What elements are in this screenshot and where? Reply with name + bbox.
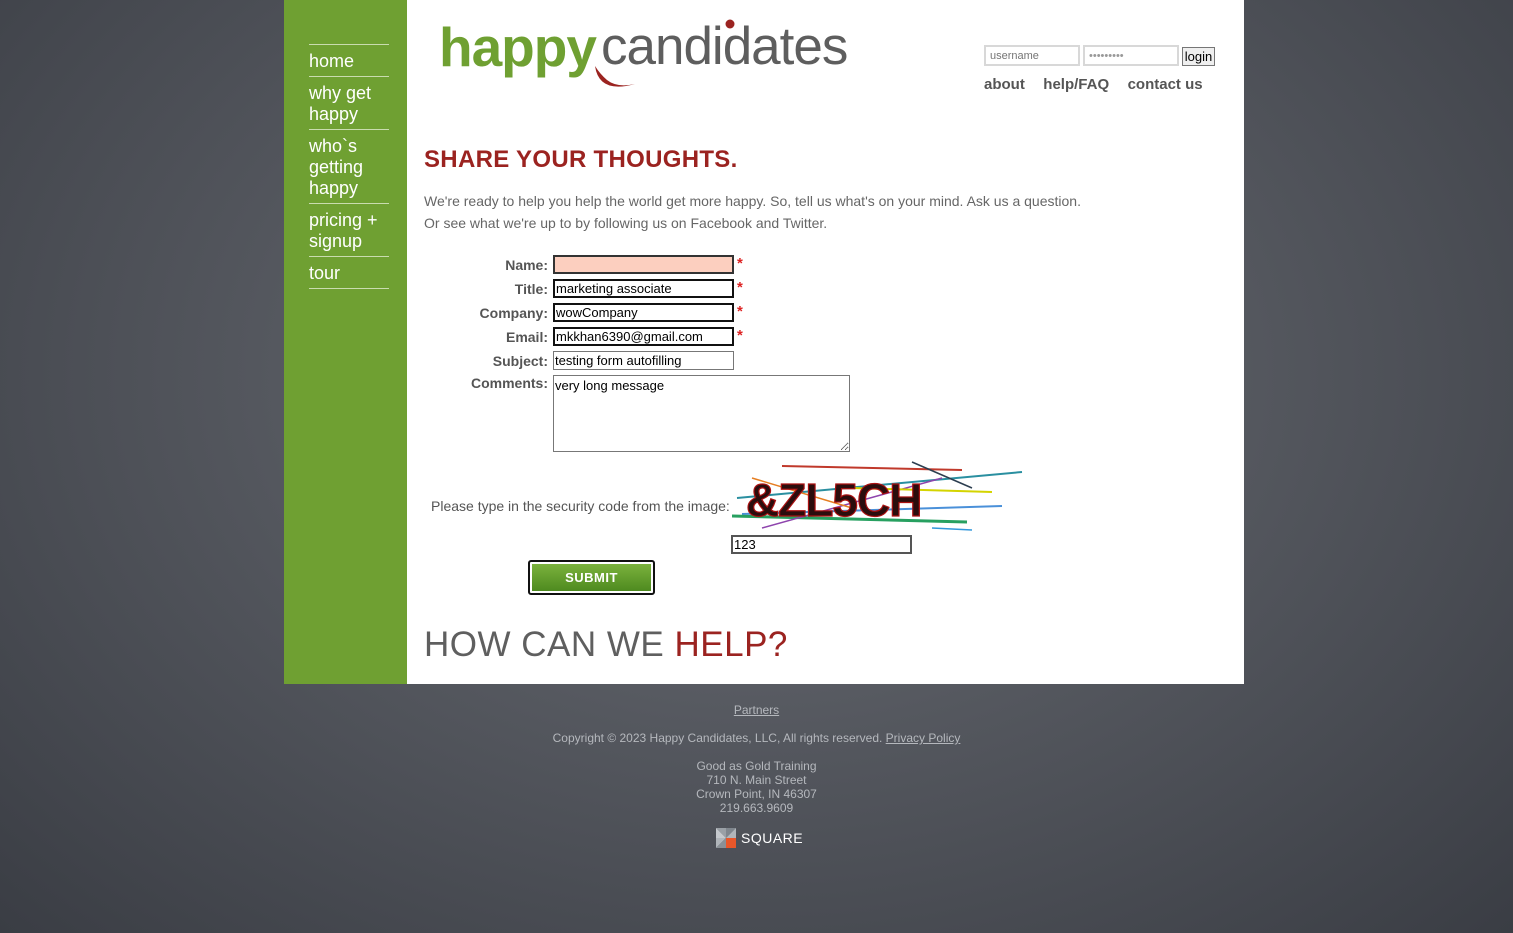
comments-field[interactable]: very long message	[553, 375, 850, 452]
nav-item-home[interactable]: home	[309, 45, 389, 77]
help-heading: HOW CAN WE HELP?	[424, 625, 788, 665]
square-logo-icon	[716, 828, 736, 848]
main-nav: home why get happy who`s getting happy p…	[309, 44, 389, 289]
address-company: Good as Gold Training	[696, 759, 817, 773]
nav-item-whos-getting-happy[interactable]: who`s getting happy	[309, 130, 389, 204]
captcha-text: &ZL5CH	[746, 474, 921, 526]
help-faq-link[interactable]: help/FAQ	[1043, 76, 1109, 93]
title-label: Title:	[514, 281, 548, 297]
login-button[interactable]: login	[1182, 47, 1215, 66]
page-title: SHARE YOUR THOUGHTS.	[424, 146, 738, 173]
subject-label: Subject:	[492, 353, 548, 369]
square-label: SQUARE	[741, 830, 804, 846]
top-links: about help/FAQ contact us	[984, 76, 1217, 94]
nav-item-pricing-signup[interactable]: pricing + signup	[309, 204, 389, 257]
footer-copyright: Copyright © 2023 Happy Candidates, LLC, …	[0, 731, 1513, 745]
intro-line-2: Or see what we're up to by following us …	[424, 215, 828, 231]
submit-button[interactable]: SUBMIT	[532, 564, 651, 591]
name-label: Name:	[505, 257, 548, 273]
title-field[interactable]	[553, 279, 734, 298]
address-phone: 219.663.9609	[719, 801, 794, 815]
svg-text:happy: happy	[439, 16, 597, 78]
main-content: happy candidates login about help/FAQ co…	[407, 0, 1244, 684]
contact-us-link[interactable]: contact us	[1128, 76, 1203, 93]
square-badge[interactable]: SQUARE	[716, 828, 803, 848]
password-input[interactable]	[1083, 45, 1179, 66]
comments-label: Comments:	[470, 375, 548, 391]
privacy-policy-link[interactable]: Privacy Policy	[886, 731, 961, 745]
address-street: 710 N. Main Street	[706, 773, 807, 787]
name-field[interactable]	[553, 255, 734, 274]
about-link[interactable]: about	[984, 76, 1025, 93]
submit-button-frame: SUBMIT	[528, 560, 655, 595]
logo-image: happy candidates	[439, 16, 848, 87]
security-code-label: Please type in the security code from th…	[431, 498, 730, 514]
email-label: Email:	[505, 329, 548, 345]
company-field[interactable]	[553, 303, 734, 322]
security-code-input[interactable]	[731, 535, 912, 554]
sidebar: home why get happy who`s getting happy p…	[284, 0, 407, 684]
footer-address: Good as Gold Training 710 N. Main Street…	[0, 759, 1513, 815]
name-required-mark: *	[737, 255, 743, 272]
company-label: Company:	[479, 305, 548, 321]
company-required-mark: *	[737, 303, 743, 320]
intro-text: We're ready to help you help the world g…	[424, 190, 1081, 234]
email-field[interactable]	[553, 327, 734, 346]
subject-field[interactable]	[553, 351, 734, 370]
svg-text:candidates: candidates	[601, 17, 847, 76]
help-heading-part-2: HELP?	[674, 625, 788, 664]
logo[interactable]: happy candidates	[439, 14, 869, 96]
address-city: Crown Point, IN 46307	[696, 787, 817, 801]
nav-item-why-get-happy[interactable]: why get happy	[309, 77, 389, 130]
copyright-text: Copyright © 2023 Happy Candidates, LLC, …	[552, 731, 883, 745]
title-required-mark: *	[737, 279, 743, 296]
help-heading-part-1: HOW CAN WE	[424, 625, 665, 664]
nav-item-tour[interactable]: tour	[309, 257, 389, 289]
username-input[interactable]	[984, 45, 1080, 66]
email-required-mark: *	[737, 327, 743, 344]
footer-partners: Partners	[0, 703, 1513, 717]
page-container: home why get happy who`s getting happy p…	[284, 0, 1244, 684]
intro-line-1: We're ready to help you help the world g…	[424, 193, 1081, 209]
partners-link[interactable]: Partners	[734, 703, 779, 717]
captcha-image: &ZL5CH	[732, 461, 1023, 531]
